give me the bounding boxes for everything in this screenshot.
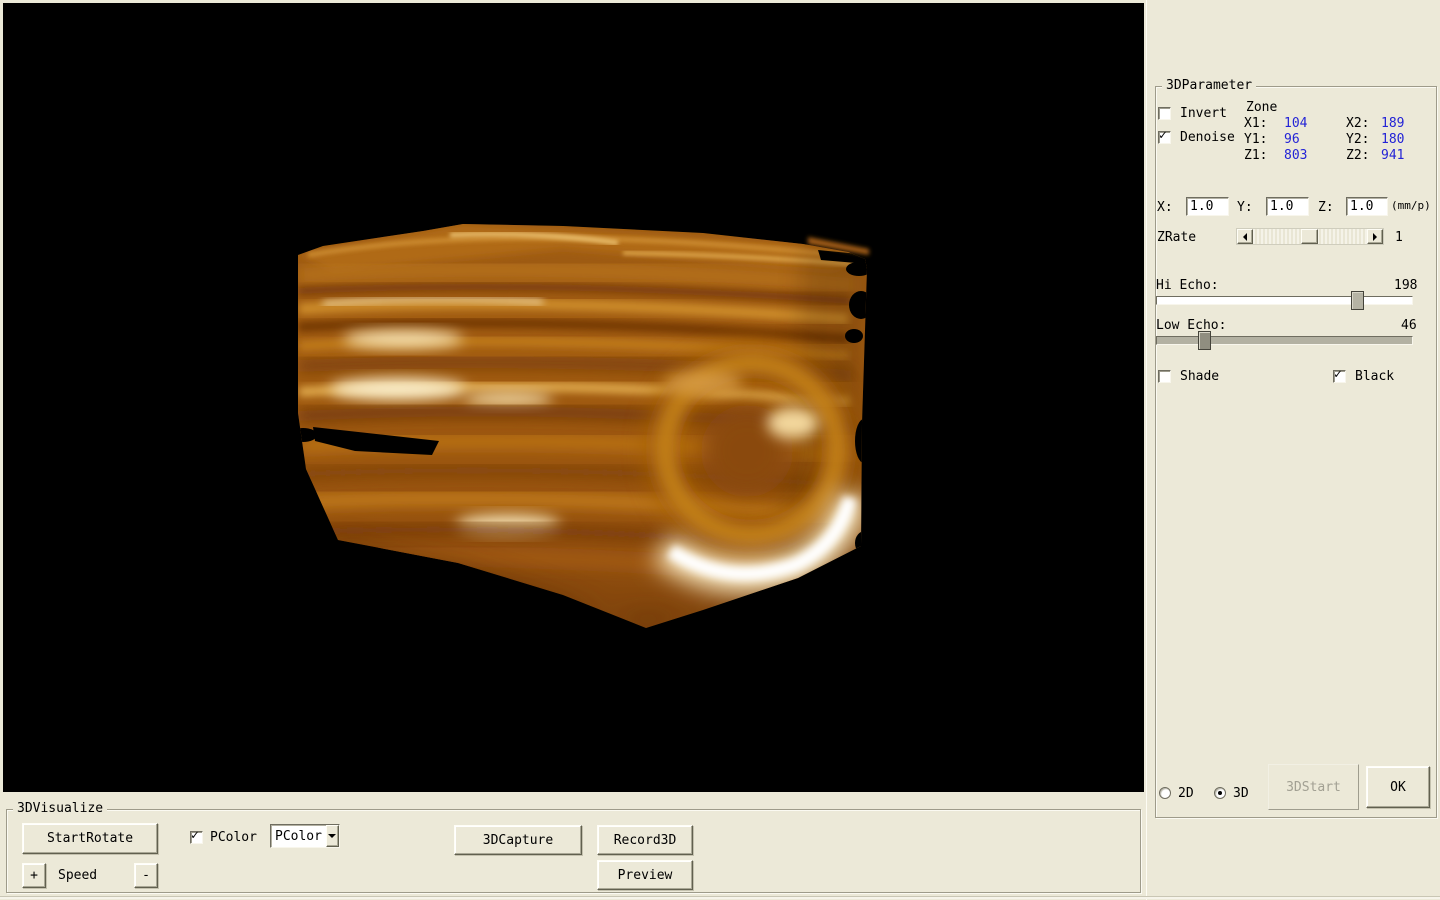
visualize-groupbox: 3DVisualize StartRotate + Speed - ✓ PCol… [6, 809, 1141, 893]
pcolor-combobox-dropdown-button[interactable] [326, 825, 339, 847]
zrate-scrollbar[interactable] [1236, 228, 1384, 245]
scale-z-input[interactable] [1346, 197, 1388, 216]
low-echo-label: Low Echo: [1156, 318, 1226, 333]
scale-unit-label: (mm/p) [1391, 199, 1431, 212]
zrate-scrollbar-thumb[interactable] [1301, 229, 1318, 244]
scale-y-label: Y: [1237, 200, 1253, 215]
hi-echo-slider-thumb[interactable] [1351, 291, 1364, 310]
ok-button[interactable]: OK [1366, 766, 1430, 808]
low-echo-slider-track[interactable] [1156, 336, 1413, 345]
pcolor-combobox-value: PColor [271, 829, 326, 844]
zone-z2-label: Z2: [1346, 148, 1369, 163]
scale-z-label: Z: [1318, 200, 1334, 215]
zone-x2-value: 189 [1381, 116, 1404, 131]
zone-y2-value: 180 [1381, 132, 1404, 147]
hi-echo-value: 198 [1394, 278, 1417, 293]
pcolor-label: PColor [210, 830, 257, 845]
invert-checkbox[interactable] [1158, 107, 1171, 120]
zone-x2-label: X2: [1346, 116, 1369, 131]
shade-label: Shade [1180, 369, 1219, 384]
mode-3d-radio[interactable] [1214, 787, 1226, 799]
parameter-groupbox: 3DParameter [1155, 86, 1437, 818]
preview-button[interactable]: Preview [597, 860, 693, 890]
visualize-group-title: 3DVisualize [13, 801, 107, 816]
zone-z1-value: 803 [1284, 148, 1307, 163]
pcolor-checkmark: ✓ [191, 829, 199, 842]
denoise-checkmark: ✓ [1159, 129, 1167, 142]
invert-label: Invert [1180, 106, 1227, 121]
scale-x-label: X: [1157, 200, 1173, 215]
speed-minus-button[interactable]: - [134, 863, 158, 888]
chevron-down-icon [328, 834, 336, 842]
black-checkmark: ✓ [1334, 368, 1342, 381]
scroll-right-icon [1373, 233, 1381, 241]
mode-2d-label: 2D [1178, 786, 1194, 801]
zone-y1-label: Y1: [1244, 132, 1267, 147]
pcolor-checkbox[interactable]: ✓ [190, 831, 203, 844]
parameter-panel: 3DParameter Invert ✓ Denoise Zone X1: 10… [1146, 0, 1440, 900]
pcolor-combobox[interactable]: PColor [270, 824, 340, 848]
zrate-label: ZRate [1157, 230, 1196, 245]
zone-z1-label: Z1: [1244, 148, 1267, 163]
scale-x-input[interactable] [1186, 197, 1229, 216]
zrate-scroll-left-button[interactable] [1237, 229, 1253, 244]
scroll-left-icon [1239, 233, 1247, 241]
zone-x1-label: X1: [1244, 116, 1267, 131]
mode-3d-label: 3D [1233, 786, 1249, 801]
start3d-button[interactable]: 3DStart [1268, 764, 1359, 810]
capture-3d-button[interactable]: 3DCapture [454, 825, 582, 855]
record-3d-button[interactable]: Record3D [597, 825, 693, 855]
zone-y2-label: Y2: [1346, 132, 1369, 147]
volume-render [3, 3, 1144, 792]
zrate-value: 1 [1395, 230, 1403, 245]
hi-echo-slider-track[interactable] [1156, 296, 1413, 305]
mode-2d-radio[interactable] [1159, 787, 1171, 799]
speed-label: Speed [58, 868, 97, 883]
zone-x1-value: 104 [1284, 116, 1307, 131]
zone-y1-value: 96 [1284, 132, 1300, 147]
black-checkbox[interactable]: ✓ [1333, 370, 1346, 383]
low-echo-value: 46 [1401, 318, 1417, 333]
low-echo-slider-thumb[interactable] [1198, 331, 1211, 350]
scale-y-input[interactable] [1266, 197, 1309, 216]
zrate-scroll-right-button[interactable] [1367, 229, 1383, 244]
speed-plus-button[interactable]: + [22, 863, 46, 888]
zone-z2-value: 941 [1381, 148, 1404, 163]
render-canvas[interactable] [3, 3, 1144, 792]
zone-title: Zone [1246, 100, 1277, 115]
denoise-label: Denoise [1180, 130, 1235, 145]
hi-echo-label: Hi Echo: [1156, 278, 1219, 293]
black-label: Black [1355, 369, 1394, 384]
shade-checkbox[interactable] [1158, 370, 1171, 383]
denoise-checkbox[interactable]: ✓ [1158, 131, 1171, 144]
parameter-group-title: 3DParameter [1162, 78, 1256, 93]
application-window: 3DParameter Invert ✓ Denoise Zone X1: 10… [0, 0, 1440, 900]
start-rotate-button[interactable]: StartRotate [22, 823, 158, 854]
